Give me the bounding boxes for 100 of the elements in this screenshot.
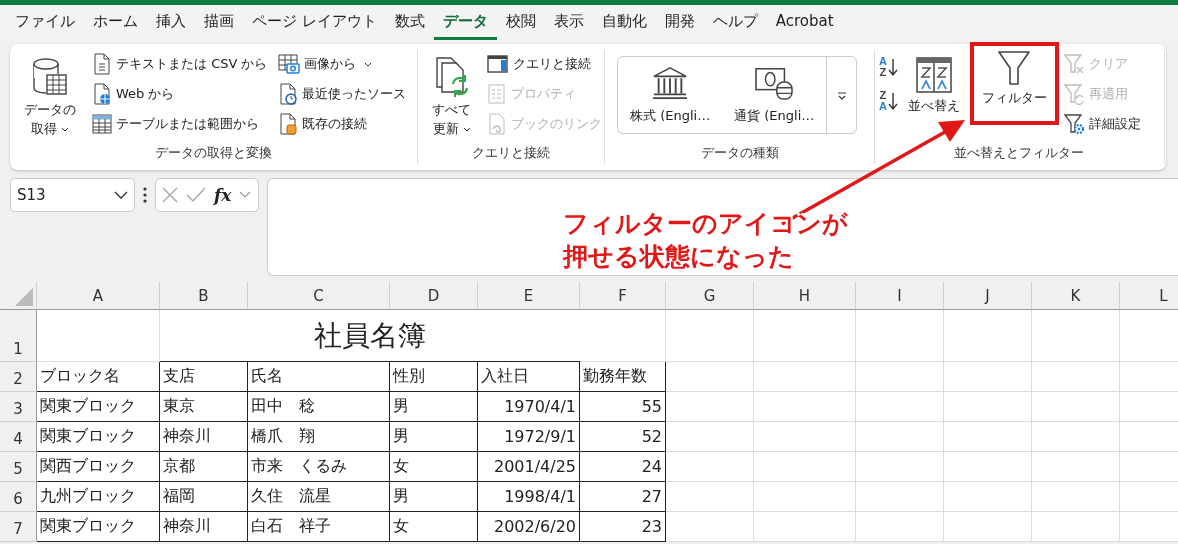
empty-cell[interactable] — [856, 482, 944, 512]
name-box[interactable]: S13 — [10, 178, 135, 212]
empty-cell[interactable] — [856, 422, 944, 452]
empty-cell[interactable] — [944, 512, 1032, 542]
ribbon-tab[interactable]: データ — [433, 5, 497, 40]
empty-cell[interactable] — [944, 310, 1032, 362]
empty-cell[interactable] — [754, 422, 856, 452]
column-header[interactable]: D — [390, 282, 478, 310]
column-header[interactable]: B — [160, 282, 248, 310]
empty-cell[interactable] — [1032, 452, 1120, 482]
ribbon-button[interactable]: 並べ替え — [899, 50, 968, 121]
column-header[interactable]: H — [754, 282, 856, 310]
row-header[interactable]: 3 — [0, 392, 37, 422]
cancel-icon[interactable] — [162, 187, 178, 203]
gallery-item[interactable]: 通貨 (Engli… — [722, 57, 827, 133]
check-icon[interactable] — [186, 187, 206, 203]
ribbon-tab[interactable]: 挿入 — [147, 5, 195, 40]
caret-icon — [363, 61, 372, 67]
ribbon-tab[interactable]: ページ レイアウト — [243, 5, 386, 40]
document-icon — [92, 53, 112, 75]
ribbon-button[interactable]: Web から — [90, 80, 270, 108]
globe-document-icon — [92, 83, 112, 105]
empty-cell[interactable] — [754, 310, 856, 362]
ribbon-button[interactable]: 詳細設定 — [1060, 110, 1143, 138]
empty-cell[interactable] — [1032, 422, 1120, 452]
row-header[interactable]: 1 — [0, 310, 37, 362]
empty-cell[interactable] — [666, 362, 754, 392]
insert-function-button[interactable]: fx — [214, 185, 232, 205]
empty-cell[interactable] — [754, 452, 856, 482]
table-cell: ブロック名 — [37, 362, 160, 392]
empty-cell[interactable] — [1032, 512, 1120, 542]
ribbon-tab[interactable]: 数式 — [385, 5, 434, 40]
column-header[interactable]: F — [580, 282, 666, 310]
empty-cell[interactable] — [1032, 310, 1120, 362]
empty-cell[interactable] — [856, 392, 944, 422]
empty-cell[interactable] — [580, 310, 666, 362]
empty-cell[interactable] — [944, 452, 1032, 482]
ribbon-button[interactable]: テーブルまたは範囲から — [90, 110, 270, 138]
ribbon-tab[interactable]: 表示 — [544, 5, 593, 40]
column-header[interactable]: A — [37, 282, 160, 310]
column-header[interactable]: E — [478, 282, 580, 310]
empty-cell[interactable] — [944, 392, 1032, 422]
ribbon-tab[interactable]: 校閲 — [496, 5, 545, 40]
row-header[interactable]: 2 — [0, 362, 37, 392]
empty-cell[interactable] — [1032, 482, 1120, 512]
ribbon-tab[interactable]: 描画 — [195, 5, 243, 40]
empty-cell[interactable] — [666, 392, 754, 422]
row-header[interactable]: 5 — [0, 452, 37, 482]
empty-cell[interactable] — [856, 362, 944, 392]
row-header[interactable]: 6 — [0, 482, 37, 512]
empty-cell[interactable] — [944, 482, 1032, 512]
column-header[interactable]: C — [248, 282, 390, 310]
column-header[interactable]: J — [944, 282, 1032, 310]
select-all-icon[interactable] — [14, 287, 34, 307]
empty-cell[interactable] — [666, 422, 754, 452]
row-header[interactable]: 7 — [0, 512, 37, 542]
ribbon-button[interactable]: クエリと接続 — [485, 50, 604, 78]
table-cell: 支店 — [160, 362, 248, 392]
empty-cell[interactable] — [944, 422, 1032, 452]
sort-button[interactable]: A Z — [879, 56, 898, 78]
empty-cell[interactable] — [856, 452, 944, 482]
empty-cell[interactable] — [666, 482, 754, 512]
empty-cell[interactable] — [666, 310, 754, 362]
empty-cell[interactable] — [1032, 392, 1120, 422]
refresh-icon — [433, 56, 470, 100]
ribbon-tab[interactable]: ファイル — [6, 5, 84, 40]
more-icon[interactable] — [143, 187, 147, 203]
ribbon-button[interactable]: フィルター — [969, 42, 1059, 125]
gallery-item[interactable]: 株式 (Engli… — [618, 57, 723, 133]
ribbon-button[interactable]: データの 取得 — [16, 50, 84, 144]
column-header[interactable]: I — [856, 282, 944, 310]
sort-button[interactable]: Z A — [879, 90, 898, 112]
empty-cell[interactable] — [754, 392, 856, 422]
ribbon-tab[interactable]: 開発 — [655, 5, 704, 40]
caret-icon[interactable] — [239, 191, 252, 199]
ribbon-button[interactable]: テキストまたは CSV から — [90, 50, 270, 78]
column-header[interactable]: L — [1120, 282, 1178, 310]
column-header[interactable]: G — [666, 282, 754, 310]
empty-cell[interactable] — [944, 362, 1032, 392]
empty-cell[interactable] — [666, 512, 754, 542]
empty-cell[interactable] — [856, 512, 944, 542]
link-document-icon — [487, 113, 507, 135]
formula-input[interactable] — [267, 178, 1178, 276]
ribbon-button[interactable]: 最近使ったソース — [275, 80, 408, 108]
empty-cell[interactable] — [856, 310, 944, 362]
ribbon-tab[interactable]: ホーム — [84, 5, 147, 40]
table-cell: 男 — [390, 482, 478, 512]
ribbon-button[interactable]: 既存の接続 — [275, 110, 408, 138]
ribbon-tab[interactable]: 自動化 — [592, 5, 656, 40]
ribbon-tab[interactable]: Acrobat — [766, 5, 843, 40]
ribbon-button[interactable]: 画像から — [275, 50, 408, 78]
empty-cell[interactable] — [1032, 362, 1120, 392]
ribbon-tab[interactable]: ヘルプ — [703, 5, 767, 40]
row-header[interactable]: 4 — [0, 422, 37, 452]
empty-cell[interactable] — [754, 482, 856, 512]
empty-cell[interactable] — [666, 452, 754, 482]
empty-cell[interactable] — [754, 362, 856, 392]
column-header[interactable]: K — [1032, 282, 1120, 310]
ribbon-button[interactable]: すべて 更新 — [424, 50, 479, 144]
empty-cell[interactable] — [754, 512, 856, 542]
